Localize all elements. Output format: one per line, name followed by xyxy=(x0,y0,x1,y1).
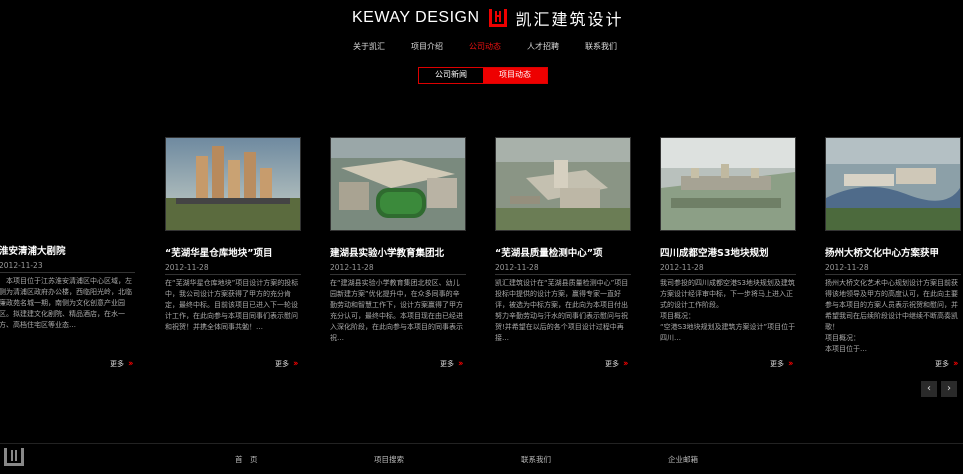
brand-name-en: KEWAY DESIGN xyxy=(352,9,480,26)
footer-link-project-search[interactable]: 项目搜索 xyxy=(374,454,404,465)
card-date: 2012-11-28 xyxy=(825,263,869,272)
card-title[interactable]: 淮安清浦大剧院 xyxy=(0,243,137,257)
divider xyxy=(660,274,796,275)
double-chevron-right-icon: ›› xyxy=(953,359,959,369)
next-arrow-icon[interactable]: › xyxy=(941,381,957,397)
divider xyxy=(165,274,301,275)
divider xyxy=(495,274,631,275)
more-link[interactable]: 更多 ›› xyxy=(935,359,959,369)
card-date: 2012-11-28 xyxy=(330,263,374,272)
footer-divider xyxy=(0,443,963,444)
card-title[interactable]: “芜湖县质量检测中心”项 xyxy=(495,245,633,259)
nav-item-careers[interactable]: 人才招聘 xyxy=(514,41,572,52)
project-thumbnail[interactable] xyxy=(825,137,961,231)
brand-mark-icon xyxy=(488,8,508,28)
double-chevron-right-icon: ›› xyxy=(623,359,629,369)
card-date: 2012-11-28 xyxy=(660,263,704,272)
more-link[interactable]: 更多 ›› xyxy=(605,359,629,369)
card-date: 2012-11-23 xyxy=(0,261,43,270)
card-title[interactable]: “芜湖华星仓库地块”项目 xyxy=(165,245,303,259)
more-link[interactable]: 更多 ›› xyxy=(110,359,134,369)
project-thumbnail[interactable] xyxy=(330,137,466,231)
card-excerpt: 本项目位于江苏淮安清浦区中心区域，左侧为清浦区政府办公楼，西临阳光岭，北临廉政苑… xyxy=(0,277,132,329)
divider xyxy=(825,274,961,275)
more-label: 更多 xyxy=(275,360,289,368)
card-excerpt: 在“建湖县实验小学教育集团北校区、幼儿园新建方案”优化提升中，在众多同事的辛勤劳… xyxy=(330,279,463,342)
double-chevron-right-icon: ›› xyxy=(128,359,134,369)
news-card[interactable]: 扬州大桥文化中心方案获甲 2012-11-28 扬州大桥文化艺术中心规划设计方案… xyxy=(825,137,963,366)
nav-item-news[interactable]: 公司动态 xyxy=(456,41,514,52)
card-excerpt: 在“芜湖华星仓库地块”项目设计方案的投标中，我公司设计方案获得了甲方的充分肯定，… xyxy=(165,279,299,331)
news-card[interactable]: 四川成都空港S3地块规划 2012-11-28 我司参投的四川成都空港S3地块规… xyxy=(660,137,798,366)
news-card[interactable]: 淮安清浦大剧院 2012-11-23 本项目位于江苏淮安清浦区中心区域，左侧为清… xyxy=(0,137,137,364)
more-label: 更多 xyxy=(935,360,949,368)
double-chevron-right-icon: ›› xyxy=(458,359,464,369)
card-date: 2012-11-28 xyxy=(165,263,209,272)
card-date: 2012-11-28 xyxy=(495,263,539,272)
news-carousel: 淮安清浦大剧院 2012-11-23 本项目位于江苏淮安清浦区中心区域，左侧为清… xyxy=(0,137,963,377)
more-label: 更多 xyxy=(605,360,619,368)
card-title[interactable]: 建湖县实验小学教育集团北 xyxy=(330,245,468,259)
footer-link-home[interactable]: 首 页 xyxy=(235,454,258,465)
card-title[interactable]: 扬州大桥文化中心方案获甲 xyxy=(825,245,963,259)
footer-logo-icon[interactable] xyxy=(3,447,25,467)
brand-name-cn: 凯汇建筑设计 xyxy=(515,10,624,29)
header: KEWAY DESIGN 凯汇建筑设计 关于凯汇 项目介绍 公司动态 人才招聘 … xyxy=(0,0,963,60)
footer-link-contact[interactable]: 联系我们 xyxy=(521,454,551,465)
tab-project-news[interactable]: 项目动态 xyxy=(483,68,547,83)
tab-company-news[interactable]: 公司新闻 xyxy=(419,68,483,83)
more-link[interactable]: 更多 ›› xyxy=(275,359,299,369)
card-excerpt: 我司参投的四川成都空港S3地块规划及建筑方案设计经评审中标，下一步将马上进入正式… xyxy=(660,279,796,342)
project-thumbnail[interactable] xyxy=(165,137,301,231)
footer-link-mail[interactable]: 企业邮箱 xyxy=(668,454,698,465)
news-card[interactable]: “芜湖华星仓库地块”项目 2012-11-28 在“芜湖华星仓库地块”项目设计方… xyxy=(165,137,303,366)
carousel-pager: ‹ › xyxy=(921,381,957,397)
nav-item-projects[interactable]: 项目介绍 xyxy=(398,41,456,52)
more-label: 更多 xyxy=(110,360,124,368)
news-card[interactable]: “芜湖县质量检测中心”项 2012-11-28 凯汇建筑设计在“芜湖县质量检测中… xyxy=(495,137,633,366)
project-thumbnail[interactable] xyxy=(495,137,631,231)
main-nav: 关于凯汇 项目介绍 公司动态 人才招聘 联系我们 xyxy=(340,41,630,52)
more-label: 更多 xyxy=(440,360,454,368)
card-excerpt: 扬州大桥文化艺术中心规划设计方案目前获得该地领导及甲方的高度认可，在此向主要参与… xyxy=(825,279,958,353)
news-card[interactable]: 建湖县实验小学教育集团北 2012-11-28 在“建湖县实验小学教育集团北校区… xyxy=(330,137,468,366)
divider xyxy=(0,272,135,273)
prev-arrow-icon[interactable]: ‹ xyxy=(921,381,937,397)
double-chevron-right-icon: ›› xyxy=(788,359,794,369)
double-chevron-right-icon: ›› xyxy=(293,359,299,369)
more-link[interactable]: 更多 ›› xyxy=(440,359,464,369)
news-subtabs: 公司新闻 项目动态 xyxy=(418,67,548,84)
more-label: 更多 xyxy=(770,360,784,368)
nav-item-contact[interactable]: 联系我们 xyxy=(572,41,630,52)
nav-item-about[interactable]: 关于凯汇 xyxy=(340,41,398,52)
divider xyxy=(330,274,466,275)
card-title[interactable]: 四川成都空港S3地块规划 xyxy=(660,245,798,259)
more-link[interactable]: 更多 ›› xyxy=(770,359,794,369)
card-excerpt: 凯汇建筑设计在“芜湖县质量检测中心”项目投标中提供的设计方案，赢得专家一直好评，… xyxy=(495,279,629,342)
brand-logo[interactable]: KEWAY DESIGN 凯汇建筑设计 xyxy=(352,6,624,30)
project-thumbnail[interactable] xyxy=(660,137,796,231)
